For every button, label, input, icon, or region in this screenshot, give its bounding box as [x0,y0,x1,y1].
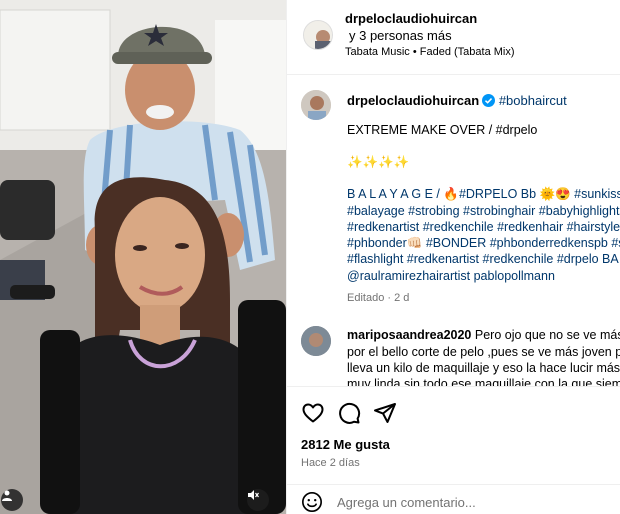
caption-username-line: drpeloclaudiohuircan #bobhaircut [347,93,567,108]
caption-line[interactable]: #phbonder👊🏻 #BONDER #phbonderredkenspb #… [347,235,620,251]
commenter-avatar[interactable] [301,326,331,356]
author-username[interactable]: drpeloclaudiohuircan [345,11,477,26]
speaker-muted-icon [248,490,259,500]
caption-hashtag-link[interactable]: #bobhaircut [499,93,567,108]
caption-mention-line[interactable]: @raulramirezhairartist pablopollmann [347,268,555,284]
emoji-icon[interactable] [301,491,323,513]
comment-first-line: mariposaandrea2020 Pero ojo que no se ve… [347,327,620,343]
avatar-image [301,90,331,120]
comment-icon[interactable] [337,401,361,425]
post-actions: 2812 Me gusta Hace 2 días [287,386,620,484]
comment-text: Pero ojo que no se ve más j [474,328,620,342]
post-timestamp[interactable]: Hace 2 días [301,457,360,469]
caption-edited-timestamp: Editado · 2 d [347,292,410,304]
comments-section[interactable]: drpeloclaudiohuircan #bobhaircut EXTREME… [287,76,620,386]
caption-emoji-line: ✨✨✨✨ [347,155,410,169]
verified-badge-icon [482,94,496,107]
collaborators-link[interactable]: y 3 personas más [349,28,452,43]
like-count[interactable]: 2812 Me gusta [301,437,390,452]
tagged-users-button[interactable] [1,489,23,511]
caption-username[interactable]: drpeloclaudiohuircan [347,93,479,108]
commenter-username[interactable]: mariposaandrea2020 [347,328,471,342]
avatar-image [301,326,331,356]
caption-line[interactable]: #flashlight #redkenartist #redkenchile #… [347,251,619,267]
comment-text-line: lleva un kilo de maquillaje y eso la hac… [347,361,620,375]
comment-composer [287,484,620,514]
comment-text-line: por el bello corte de pelo ,pues se ve m… [347,345,620,359]
post-header: drpeloclaudiohuircan y 3 personas más Ta… [287,0,620,75]
comment-input[interactable] [337,492,607,512]
caption-author-avatar[interactable] [301,90,331,120]
person-icon [2,490,12,501]
post-video[interactable] [0,0,286,514]
share-icon[interactable] [373,401,397,425]
video-frame-illustration [0,0,286,514]
caption-line[interactable]: B A L A Y A G E / 🔥#DRPELO Bb 🌞😍 #sunkis… [347,186,620,202]
caption-line[interactable]: #balayage #strobing #strobinghair #babyh… [347,203,620,219]
audio-track-link[interactable]: Tabata Music • Faded (Tabata Mix) [345,46,515,58]
caption-line[interactable]: #redkenartist #redkenchile #redkenhair #… [347,219,620,235]
post-details-panel: drpeloclaudiohuircan y 3 personas más Ta… [286,0,620,514]
heart-icon[interactable] [301,401,325,425]
mute-button[interactable] [247,489,269,511]
caption-line: EXTREME MAKE OVER / #drpelo [347,123,538,137]
author-avatar[interactable] [303,20,333,50]
comment-text-line: muy linda sin todo ese maquillaje con la… [347,377,620,386]
avatar-image [304,21,332,49]
